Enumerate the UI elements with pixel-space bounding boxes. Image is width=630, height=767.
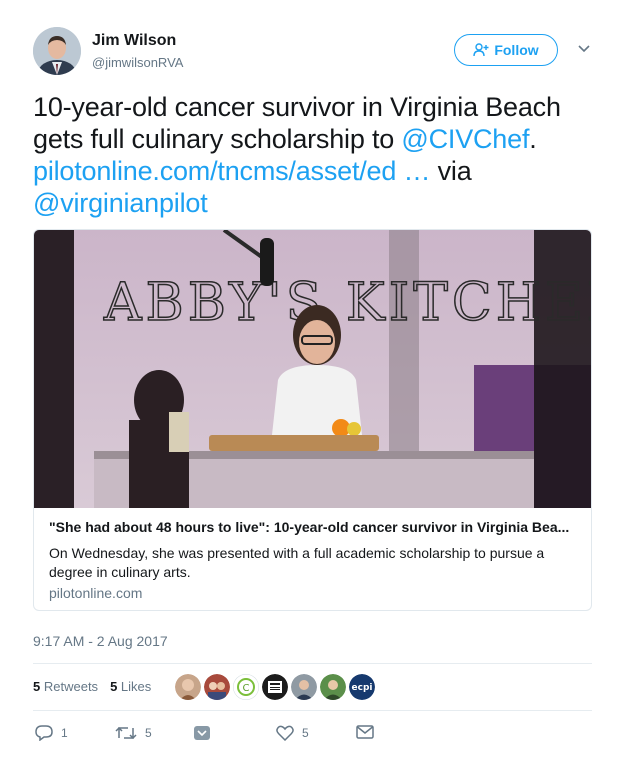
likes-count: 5 <box>110 679 118 694</box>
retweet-count: 5 <box>145 726 152 740</box>
link-text: pilotonline.com/tncms/asset/ed <box>33 156 397 186</box>
svg-text:C: C <box>243 683 250 694</box>
retweets-stat[interactable]: 5 Retweets <box>33 679 98 694</box>
liker-avatar[interactable]: ecpi <box>349 674 375 700</box>
liker-avatar[interactable] <box>320 674 346 700</box>
avatar-photo <box>33 27 81 75</box>
tweet-text: 10-year-old cancer survivor in Virginia … <box>33 91 598 219</box>
link-ellipsis: … <box>396 156 431 186</box>
share-via-email-button[interactable] <box>356 725 374 739</box>
likes-stat[interactable]: 5 Likes <box>110 679 151 694</box>
retweet-button[interactable]: 5 <box>115 725 152 741</box>
liker-avatar[interactable] <box>175 674 201 700</box>
timestamp[interactable]: 9:17 AM - 2 Aug 2017 <box>33 633 168 649</box>
likes-label: Likes <box>120 679 152 694</box>
like-button[interactable]: 5 <box>276 725 309 741</box>
card-description: On Wednesday, she was presented with a f… <box>49 545 545 580</box>
tweet-text-part: via <box>430 156 472 186</box>
liker-avatar[interactable] <box>291 674 317 700</box>
mention-virginianpilot[interactable]: @virginianpilot <box>33 188 208 218</box>
mention-civchef[interactable]: @CIVChef <box>401 124 529 154</box>
card-title: "She had about 48 hours to live": 10-yea… <box>49 519 570 535</box>
liker-avatar[interactable]: C <box>233 674 259 700</box>
liker-logo-text: ecpi <box>352 683 373 693</box>
tweet-link[interactable]: pilotonline.com/tncms/asset/ed … <box>33 156 430 186</box>
tweet-stats: 5 Retweets 5 Likes <box>33 679 151 694</box>
like-count: 5 <box>302 726 309 740</box>
wall-lettering: ABBY'S KITCHEN <box>103 273 592 333</box>
direct-message-button[interactable] <box>193 725 211 741</box>
retweet-icon <box>115 726 137 740</box>
follow-label: Follow <box>494 42 539 58</box>
divider <box>33 710 592 711</box>
card-domain: pilotonline.com <box>49 585 143 601</box>
tweet-text-part: . <box>529 124 537 154</box>
card-image: ABBY'S KITCHEN <box>34 230 592 508</box>
chevron-down-icon[interactable] <box>577 44 591 54</box>
liker-avatar[interactable] <box>204 674 230 700</box>
avatar[interactable] <box>33 27 81 75</box>
author-handle[interactable]: @jimwilsonRVA <box>92 55 183 70</box>
tweet: Jim Wilson @jimwilsonRVA Follow 10-year-… <box>0 0 630 767</box>
envelope-icon <box>356 725 374 739</box>
author-name[interactable]: Jim Wilson <box>92 32 176 50</box>
reply-button[interactable]: 1 <box>35 725 68 741</box>
divider <box>33 663 592 664</box>
link-card[interactable]: ABBY'S KITCHEN "She had about 48 hours t… <box>33 229 592 611</box>
add-user-icon <box>473 43 489 57</box>
reply-count: 1 <box>61 726 68 740</box>
direct-message-icon <box>194 726 210 740</box>
heart-icon <box>276 725 294 741</box>
retweets-label: Retweets <box>43 679 99 694</box>
liker-avatar[interactable] <box>262 674 288 700</box>
retweets-count: 5 <box>33 679 41 694</box>
likers-avatars: C ecpi <box>175 674 375 700</box>
follow-button[interactable]: Follow <box>454 34 558 66</box>
reply-icon <box>35 725 53 741</box>
